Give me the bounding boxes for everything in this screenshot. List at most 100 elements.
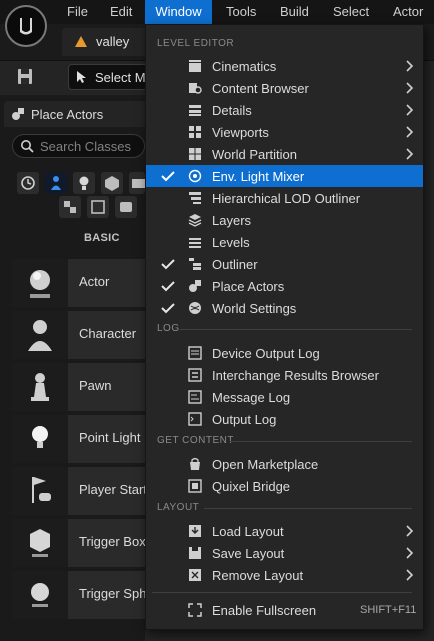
tab-place-actors[interactable]: Place Actors bbox=[4, 101, 145, 127]
menu-item-label: Quixel Bridge bbox=[212, 479, 291, 494]
menu-item-label: Place Actors bbox=[212, 279, 285, 294]
menu-item-label: Load Layout bbox=[212, 524, 284, 539]
volumes-category-icon[interactable] bbox=[115, 196, 137, 218]
menu-item-cinematics[interactable]: Cinematics bbox=[146, 55, 423, 77]
actor-item-character[interactable]: Character bbox=[12, 311, 145, 359]
shortcut-label: SHIFT+F11 bbox=[360, 604, 417, 616]
visual-effects-category-icon[interactable] bbox=[59, 196, 81, 218]
menu-item-device-output-log[interactable]: Device Output Log bbox=[146, 342, 423, 364]
level-tab-label: valley bbox=[96, 34, 130, 49]
unreal-logo-icon[interactable] bbox=[5, 5, 47, 47]
section-layout: LAYOUT bbox=[157, 502, 200, 513]
menu-item-layers[interactable]: Layers bbox=[146, 209, 423, 231]
checkmark-icon bbox=[160, 256, 176, 272]
menu-item-label: World Partition bbox=[212, 147, 298, 162]
search-classes-input[interactable]: Search Classes bbox=[12, 134, 145, 158]
separator bbox=[204, 508, 412, 509]
marketplace-icon bbox=[188, 457, 202, 471]
recent-category-icon[interactable] bbox=[17, 172, 39, 194]
light-mixer-icon bbox=[188, 169, 202, 183]
menu-item-label: Save Layout bbox=[212, 546, 285, 561]
search-placeholder: Search Classes bbox=[40, 139, 132, 154]
actor-name: Trigger Sph bbox=[79, 586, 147, 601]
menu-item-quixel-bridge[interactable]: Quixel Bridge bbox=[146, 475, 423, 497]
menu-item-label: Cinematics bbox=[212, 59, 277, 74]
layers-icon bbox=[188, 213, 202, 227]
save-icon[interactable] bbox=[12, 66, 38, 88]
checkmark-icon bbox=[160, 278, 176, 294]
actor-item-actor[interactable]: Actor bbox=[12, 259, 145, 307]
menu-item-place-actors[interactable]: Place Actors bbox=[146, 275, 423, 297]
menu-item-label: Open Marketplace bbox=[212, 457, 319, 472]
fullscreen-icon bbox=[188, 603, 202, 617]
menu-tools[interactable]: Tools bbox=[218, 0, 264, 24]
actor-item-player-start[interactable]: Player Start bbox=[12, 467, 147, 515]
geometry-category-icon[interactable] bbox=[87, 196, 109, 218]
actor-name: Character bbox=[79, 326, 137, 341]
menu-item-levels[interactable]: Levels bbox=[146, 231, 423, 253]
menu-item-outliner[interactable]: Outliner bbox=[146, 253, 423, 275]
chevron-right-icon bbox=[406, 126, 414, 138]
menu-item-label: Levels bbox=[212, 235, 250, 250]
cinematic-category-icon[interactable] bbox=[129, 172, 145, 194]
menu-item-hlod-outliner[interactable]: Hierarchical LOD Outliner bbox=[146, 187, 423, 209]
menu-window[interactable]: Window bbox=[145, 0, 212, 24]
actor-name: Actor bbox=[79, 274, 110, 289]
separator bbox=[230, 441, 412, 442]
menu-item-open-marketplace[interactable]: Open Marketplace bbox=[146, 453, 423, 475]
actor-name: Trigger Box bbox=[79, 534, 146, 549]
viewports-icon bbox=[188, 125, 202, 139]
menu-item-interchange-results-browser[interactable]: Interchange Results Browser bbox=[146, 364, 423, 386]
shapes-category-icon[interactable] bbox=[101, 172, 123, 194]
trigger-box-icon bbox=[12, 519, 68, 567]
select-mode-dropdown[interactable]: Select M bbox=[68, 64, 148, 90]
outliner-icon bbox=[188, 257, 202, 271]
section-get-content: GET CONTENT bbox=[157, 435, 234, 446]
tab-level-valley[interactable]: valley bbox=[62, 28, 146, 56]
actor-item-trigger-box[interactable]: Trigger Box bbox=[12, 519, 146, 567]
menu-item-label: World Settings bbox=[212, 301, 297, 316]
menu-item-output-log[interactable]: Output Log bbox=[146, 408, 423, 430]
save-layout-icon bbox=[188, 546, 202, 560]
menu-item-label: Enable Fullscreen bbox=[212, 603, 317, 618]
menu-item-label: Outliner bbox=[212, 257, 258, 272]
separator bbox=[152, 592, 412, 593]
player-start-icon bbox=[12, 467, 68, 515]
section-level-editor: LEVEL EDITOR bbox=[157, 38, 235, 49]
menu-item-enable-fullscreen[interactable]: Enable Fullscreen SHIFT+F11 bbox=[146, 599, 423, 621]
menu-item-world-partition[interactable]: World Partition bbox=[146, 143, 423, 165]
menu-item-details[interactable]: Details bbox=[146, 99, 423, 121]
menu-file[interactable]: File bbox=[59, 0, 96, 24]
menu-item-label: Message Log bbox=[212, 390, 291, 405]
lights-category-icon[interactable] bbox=[73, 172, 95, 194]
checkmark-icon bbox=[160, 168, 176, 184]
basic-category-icon[interactable] bbox=[45, 172, 67, 194]
select-mode-label: Select M bbox=[95, 70, 146, 85]
menu-item-message-log[interactable]: Message Log bbox=[146, 386, 423, 408]
actor-item-point-light[interactable]: Point Light bbox=[12, 415, 145, 463]
menu-build[interactable]: Build bbox=[272, 0, 317, 24]
chevron-right-icon bbox=[406, 60, 414, 72]
menu-item-label: Details bbox=[212, 103, 252, 118]
chevron-right-icon bbox=[406, 547, 414, 559]
menu-actor[interactable]: Actor bbox=[385, 0, 431, 24]
actor-name: Point Light bbox=[79, 430, 141, 445]
menu-item-save-layout[interactable]: Save Layout bbox=[146, 542, 423, 564]
chevron-right-icon bbox=[406, 525, 414, 537]
message-log-icon bbox=[188, 390, 202, 404]
menu-item-viewports[interactable]: Viewports bbox=[146, 121, 423, 143]
menu-item-label: Hierarchical LOD Outliner bbox=[212, 191, 361, 206]
actor-item-trigger-sphere[interactable]: Trigger Sph bbox=[12, 571, 147, 619]
actor-item-pawn[interactable]: Pawn bbox=[12, 363, 145, 411]
menu-item-env-light-mixer[interactable]: Env. Light Mixer bbox=[146, 165, 423, 187]
menu-item-load-layout[interactable]: Load Layout bbox=[146, 520, 423, 542]
content-browser-icon bbox=[188, 81, 202, 95]
point-light-icon bbox=[12, 415, 68, 463]
chevron-right-icon bbox=[406, 104, 414, 116]
menu-item-label: Viewports bbox=[212, 125, 269, 140]
menu-edit[interactable]: Edit bbox=[102, 0, 140, 24]
menu-item-remove-layout[interactable]: Remove Layout bbox=[146, 564, 423, 586]
menu-item-world-settings[interactable]: World Settings bbox=[146, 297, 423, 319]
menu-select[interactable]: Select bbox=[325, 0, 377, 24]
menu-item-content-browser[interactable]: Content Browser bbox=[146, 77, 423, 99]
